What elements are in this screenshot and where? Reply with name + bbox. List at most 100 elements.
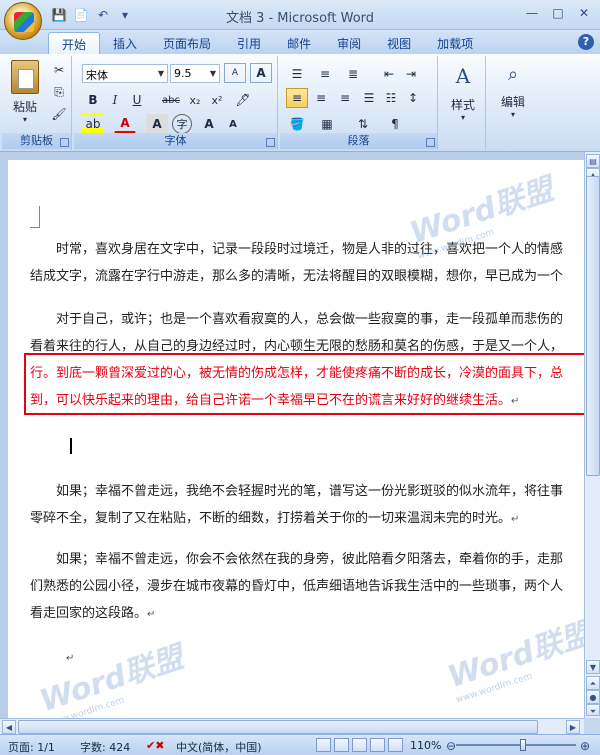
paste-dropdown-icon: ▾ [22, 115, 27, 124]
tab-insert[interactable]: 插入 [100, 32, 150, 54]
browse-object-icon[interactable]: ● [586, 690, 600, 704]
grow-font-button[interactable]: A [198, 114, 220, 134]
paragraph-launcher-icon[interactable] [426, 138, 435, 147]
superscript-button[interactable]: x² [206, 90, 228, 110]
styles-button[interactable]: A 样式 ▾ [444, 64, 482, 122]
tab-home[interactable]: 开始 [48, 32, 101, 54]
ruler-area [0, 152, 584, 160]
paragraph-3[interactable]: 如果；幸福不曾走远，我绝不会轻握时光的笔，谱写这一份光影斑驳的似水流年，将往事 … [30, 478, 584, 532]
tab-page-layout[interactable]: 页面布局 [150, 32, 224, 54]
strikethrough-button[interactable]: abc [160, 90, 182, 110]
highlight-icon[interactable]: ab [82, 114, 104, 134]
horizontal-scrollbar[interactable]: ◀ ▶ [0, 718, 584, 734]
ruler-toggle-icon[interactable]: ▤ [586, 154, 600, 168]
font-name-combo[interactable]: 宋体 ▼ [82, 64, 168, 83]
zoom-in-icon[interactable]: ⊕ [580, 739, 590, 753]
zoom-out-icon[interactable]: ⊖ [446, 739, 456, 753]
scroll-down-icon[interactable]: ▼ [586, 660, 600, 674]
tab-references[interactable]: 引用 [224, 32, 274, 54]
font-launcher-icon[interactable] [266, 138, 275, 147]
outline-view-icon[interactable] [370, 738, 385, 752]
vertical-scrollbar[interactable]: ▤ ▲ ▼ ⏶ ● ⏷ [584, 152, 600, 718]
tab-addins[interactable]: 加载项 [424, 32, 486, 54]
clipboard-launcher-icon[interactable] [60, 138, 69, 147]
office-logo-icon [14, 12, 34, 32]
word-count[interactable]: 字数: 424 [80, 739, 130, 755]
binoculars-icon: ⌕ [507, 64, 519, 85]
char-shading-button[interactable]: A [146, 114, 168, 134]
cut-icon[interactable]: ✂ [48, 60, 70, 80]
shading-icon[interactable]: 🪣 [286, 114, 308, 134]
print-layout-view-icon[interactable] [316, 738, 331, 752]
justify-icon[interactable]: ☰ [358, 88, 380, 108]
decrease-indent-icon[interactable]: ⇤ [378, 64, 400, 84]
format-painter-icon[interactable]: 🖌 [48, 104, 70, 124]
zoom-level[interactable]: 110% [410, 739, 441, 752]
tab-view[interactable]: 视图 [374, 32, 424, 54]
shrink-font-icon[interactable]: A [222, 114, 244, 134]
subscript-button[interactable]: x₂ [184, 90, 206, 110]
show-marks-icon[interactable]: ¶ [384, 114, 406, 134]
italic-button[interactable]: I [104, 90, 126, 110]
copy-icon[interactable]: ⎘ [48, 82, 70, 102]
chevron-down-icon[interactable]: ▼ [207, 65, 219, 82]
ribbon-tabs: 开始 插入 页面布局 引用 邮件 审阅 视图 加载项 [48, 32, 486, 54]
paragraph-1[interactable]: 时常，喜欢身居在文字中，记录一段段时过境迁，物是人非的过往，喜欢把一个人的情感 … [30, 236, 584, 290]
paragraph-4[interactable]: 如果；幸福不曾走远，你会不会依然在我的身旁，彼此陪看夕阳落去，牵着你的手，走那 … [30, 546, 584, 627]
page-count[interactable]: 页面: 1/1 [8, 739, 55, 755]
paragraph-line: 们熟悉的公园小径，漫步在城市夜幕的昏灯中，低声细语地告诉我生活中的一些琐事，两个… [30, 579, 564, 594]
language-indicator[interactable]: 中文(简体，中国) [176, 739, 262, 755]
previous-page-icon[interactable]: ⏶ [586, 676, 600, 690]
web-layout-view-icon[interactable] [352, 738, 367, 752]
increase-indent-icon[interactable]: ⇥ [400, 64, 422, 84]
underline-button[interactable]: U [126, 90, 148, 110]
proofing-icon[interactable]: ✔✖ [146, 739, 164, 752]
editing-button[interactable]: ⌕ 编辑 ▾ [492, 64, 534, 119]
align-center-icon[interactable]: ≡ [310, 88, 332, 108]
vertical-scroll-thumb[interactable] [586, 176, 600, 476]
tab-mailings[interactable]: 邮件 [274, 32, 324, 54]
full-screen-view-icon[interactable] [334, 738, 349, 752]
office-button[interactable] [4, 2, 42, 40]
align-right-icon[interactable]: ≡ [334, 88, 356, 108]
paragraph-line: 如果；幸福不曾走远，你会不会依然在我的身旁，彼此陪看夕阳落去，牵着你的手，走那 [56, 552, 564, 567]
zoom-slider-track[interactable] [456, 744, 576, 746]
close-icon[interactable]: ✕ [572, 4, 596, 22]
scroll-left-icon[interactable]: ◀ [2, 720, 16, 734]
horizontal-scroll-thumb[interactable] [18, 720, 538, 734]
draft-view-icon[interactable] [388, 738, 403, 752]
font-color-button[interactable]: A [114, 114, 136, 134]
maximize-icon[interactable]: □ [546, 4, 570, 22]
styles-group: A 样式 ▾ [440, 56, 486, 150]
tab-review[interactable]: 审阅 [324, 32, 374, 54]
next-page-icon[interactable]: ⏷ [586, 704, 600, 716]
font-size-value: 9.5 [174, 67, 192, 80]
distributed-icon[interactable]: ☷ [380, 88, 402, 108]
text-effects-icon[interactable]: 🖊 [232, 90, 254, 110]
numbering-icon[interactable]: ≡ [314, 64, 336, 84]
bold-button[interactable]: B [82, 90, 104, 110]
scroll-right-icon[interactable]: ▶ [566, 720, 580, 734]
zoom-slider-thumb[interactable] [520, 739, 526, 751]
paragraph-text: 零碎不全，复制了又在粘贴，不断的细数，打捞着关于你的一切来温润未完的时光。 [30, 511, 512, 526]
multilevel-list-icon[interactable]: ≣ [342, 64, 364, 84]
chevron-down-icon[interactable]: ▼ [155, 65, 167, 82]
text-cursor [70, 438, 72, 454]
change-case-icon[interactable]: A [224, 63, 246, 83]
clear-format-icon[interactable]: A [250, 63, 272, 83]
font-size-combo[interactable]: 9.5 ▼ [170, 64, 220, 83]
title-bar: 💾 📄 ↶ ▾ 文档 3 - Microsoft Word — □ ✕ [0, 0, 600, 40]
paste-button[interactable]: 粘贴 ▾ [8, 60, 42, 124]
help-icon[interactable]: ? [578, 34, 594, 50]
paragraph-group-label: 段落 [280, 133, 437, 149]
ribbon-tab-row: 开始 插入 页面布局 引用 邮件 审阅 视图 加载项 ? [0, 30, 600, 54]
chevron-down-icon: ▾ [510, 110, 515, 119]
bullets-icon[interactable]: ☰ [286, 64, 308, 84]
align-left-icon[interactable]: ≡ [286, 88, 308, 108]
minimize-icon[interactable]: — [520, 4, 544, 22]
line-spacing-icon[interactable]: ↕ [402, 88, 424, 108]
borders-icon[interactable]: ▦ [316, 114, 338, 134]
enclose-char-icon[interactable]: 字 [172, 114, 192, 134]
document-page[interactable]: 时常，喜欢身居在文字中，记录一段段时过境迁，物是人非的过往，喜欢把一个人的情感 … [8, 160, 584, 718]
sort-icon[interactable]: ⇅ [352, 114, 374, 134]
